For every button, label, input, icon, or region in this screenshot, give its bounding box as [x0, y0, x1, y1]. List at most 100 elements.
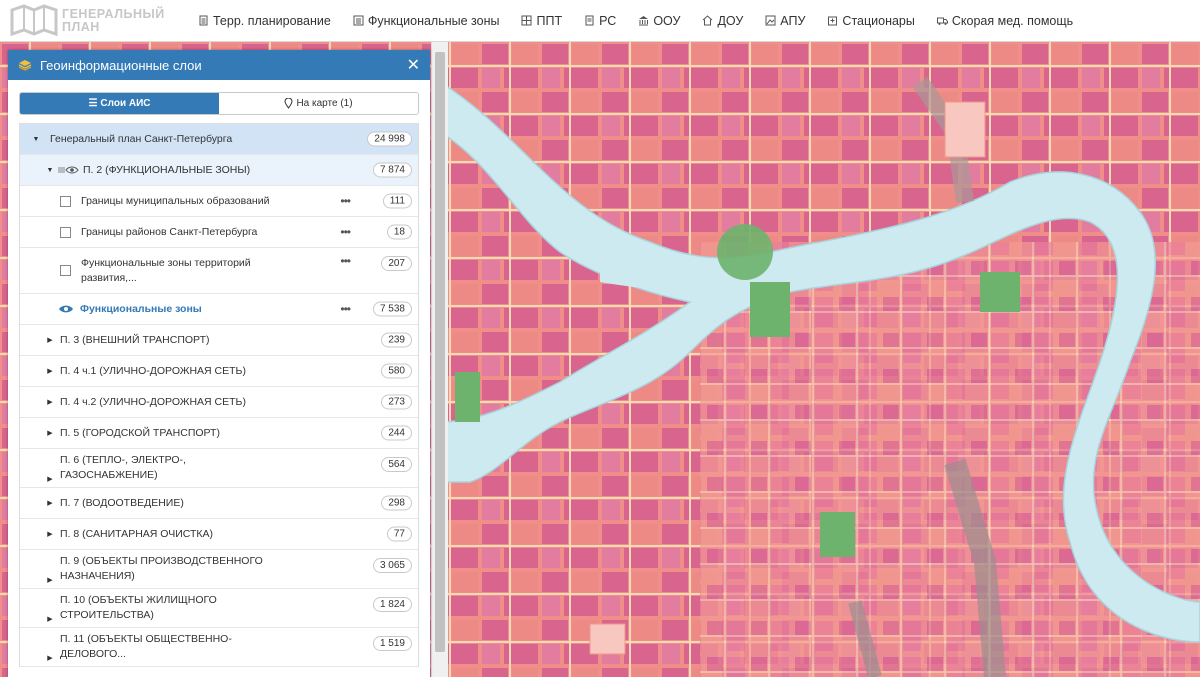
app-logo[interactable]: ГЕНЕРАЛЬНЫЙ ПЛАН: [0, 3, 190, 38]
node-label-line-2: СТРОИТЕЛЬСТВА): [60, 609, 154, 621]
caret-right-icon[interactable]: ▶: [44, 429, 56, 437]
more-options-icon[interactable]: •••: [340, 254, 351, 268]
node-label-line-1: П. 6 (ТЕПЛО-, ЭЛЕКТРО-,: [60, 454, 186, 466]
tree-node-p7[interactable]: ▶ П. 7 (ВОДООТВЕДЕНИЕ) 298: [20, 488, 418, 519]
tree-node-p5[interactable]: ▶ П. 5 (ГОРОДСКОЙ ТРАНСПОРТ) 244: [20, 418, 418, 449]
node-label-line-1: П. 10 (ОБЪЕКТЫ ЖИЛИЩНОГО: [60, 594, 217, 606]
caret-right-icon[interactable]: ▶: [44, 367, 56, 375]
tree-node-p10[interactable]: ▶ П. 10 (ОБЪЕКТЫ ЖИЛИЩНОГО СТРОИТЕЛЬСТВА…: [20, 589, 418, 628]
nav-ppt[interactable]: ППТ: [521, 14, 562, 28]
node-label: П. 4 ч.2 (УЛИЧНО-ДОРОЖНАЯ СЕТЬ): [60, 395, 246, 408]
tree-leaf-municipal-borders[interactable]: Границы муниципальных образований ••• 11…: [20, 186, 418, 217]
node-label: Функциональные зоны территорий развития,…: [81, 256, 251, 284]
grid-icon: [521, 15, 532, 26]
tree-leaf-development-zones[interactable]: Функциональные зоны территорий развития,…: [20, 248, 418, 294]
map-pin-icon: [284, 98, 293, 109]
scrollbar-thumb[interactable]: [435, 52, 445, 652]
nav-terr-planning[interactable]: Терр. планирование: [198, 14, 331, 28]
count-badge: 564: [381, 457, 412, 472]
tab-label: Слои АИС: [100, 98, 151, 109]
visibility-eye-icon[interactable]: [58, 165, 80, 175]
tree-node-p6[interactable]: ▶ П. 6 (ТЕПЛО-, ЭЛЕКТРО-, ГАЗОСНАБЖЕНИЕ)…: [20, 449, 418, 488]
count-badge: 239: [381, 332, 412, 348]
tree-node-root[interactable]: ▼ Генеральный план Санкт-Петербурга 24 9…: [20, 124, 418, 155]
node-label: Функциональные зоны: [80, 302, 202, 315]
caret-right-icon[interactable]: ▶: [44, 499, 56, 507]
tree-node-p8[interactable]: ▶ П. 8 (САНИТАРНАЯ ОЧИСТКА) 77: [20, 519, 418, 550]
nav-oou[interactable]: ООУ: [638, 14, 680, 28]
nav-rs[interactable]: РС: [584, 14, 616, 28]
more-options-icon[interactable]: •••: [340, 225, 351, 239]
node-label: П. 7 (ВОДООТВЕДЕНИЕ): [60, 496, 184, 509]
node-label-line-1: П. 11 (ОБЪЕКТЫ ОБЩЕСТВЕННО-: [60, 633, 232, 645]
tree-node-p2[interactable]: ▼ П. 2 (ФУНКЦИОНАЛЬНЫЕ ЗОНЫ) 7 874: [20, 155, 418, 186]
close-icon[interactable]: ✕: [407, 55, 420, 75]
layers-panel: Геоинформационные слои ✕ ☰ Слои АИС На к…: [8, 50, 430, 677]
layer-checkbox[interactable]: [60, 265, 71, 276]
house-icon: [703, 15, 713, 26]
caret-right-icon[interactable]: ▶: [44, 615, 56, 623]
caret-right-icon[interactable]: ▶: [44, 654, 56, 662]
caret-down-icon[interactable]: ▼: [30, 136, 42, 143]
node-label-line-2: ГАЗОСНАБЖЕНИЕ): [60, 469, 158, 481]
nav-label: АПУ: [780, 13, 806, 28]
layer-checkbox[interactable]: [60, 195, 71, 207]
tree-node-p4-1[interactable]: ▶ П. 4 ч.1 (УЛИЧНО-ДОРОЖНАЯ СЕТЬ) 580: [20, 356, 418, 387]
tree-leaf-district-borders[interactable]: Границы районов Санкт-Петербурга ••• 18: [20, 217, 418, 248]
count-badge: 77: [386, 526, 412, 542]
tab-layers[interactable]: ☰ Слои АИС: [20, 93, 219, 114]
nav-label: РС: [599, 13, 617, 28]
logo-line-1: ГЕНЕРАЛЬНЫЙ: [62, 6, 165, 21]
tree-node-p3[interactable]: ▶ П. 3 (ВНЕШНИЙ ТРАНСПОРТ) 239: [20, 325, 418, 356]
count-badge: 580: [381, 363, 412, 379]
nav-ambulance[interactable]: Скорая мед. помощь: [936, 14, 1073, 28]
top-navigation-bar: ГЕНЕРАЛЬНЫЙ ПЛАН Терр. планирование Функ…: [0, 0, 1200, 42]
panel-header: Геоинформационные слои ✕: [8, 50, 430, 80]
node-label: Границы районов Санкт-Петербурга: [81, 225, 258, 238]
nav-label: ДОУ: [717, 13, 744, 28]
tree-node-p4-2[interactable]: ▶ П. 4 ч.2 (УЛИЧНО-ДОРОЖНАЯ СЕТЬ) 273: [20, 387, 418, 418]
tab-on-map[interactable]: На карте (1): [219, 93, 418, 114]
visibility-eye-icon[interactable]: [58, 304, 74, 314]
count-badge: 3 065: [372, 558, 412, 573]
count-badge: 273: [381, 394, 412, 410]
hospital-icon: [828, 16, 838, 26]
more-options-icon[interactable]: •••: [340, 194, 351, 208]
count-badge: 7 538: [372, 301, 412, 317]
more-options-icon[interactable]: •••: [340, 302, 351, 316]
count-badge: 7 874: [372, 162, 412, 178]
tree-leaf-functional-zones[interactable]: Функциональные зоны ••• 7 538: [20, 294, 418, 325]
node-label: П. 3 (ВНЕШНИЙ ТРАНСПОРТ): [60, 333, 210, 346]
nav-label: ООУ: [653, 13, 681, 28]
node-label: П. 6 (ТЕПЛО-, ЭЛЕКТРО-, ГАЗОСНАБЖЕНИЕ): [60, 453, 186, 483]
nav-dou[interactable]: ДОУ: [702, 14, 743, 28]
tree-node-p11[interactable]: ▶ П. 11 (ОБЪЕКТЫ ОБЩЕСТВЕННО- ДЕЛОВОГО..…: [20, 628, 418, 667]
tree-node-p9[interactable]: ▶ П. 9 (ОБЪЕКТЫ ПРОИЗВОДСТВЕННОГО НАЗНАЧ…: [20, 550, 418, 589]
caret-right-icon[interactable]: ▶: [44, 336, 56, 344]
nav-label: Функциональные зоны: [367, 13, 500, 28]
node-label: Генеральный план Санкт-Петербурга: [50, 132, 233, 145]
count-badge: 1 824: [372, 597, 412, 612]
layer-checkbox[interactable]: [60, 226, 71, 238]
map-book-icon: [10, 3, 58, 36]
caret-right-icon[interactable]: ▶: [44, 475, 56, 483]
caret-right-icon[interactable]: ▶: [44, 398, 56, 406]
caret-down-icon[interactable]: ▼: [44, 167, 56, 174]
nav-hospitals[interactable]: Стационары: [827, 13, 915, 28]
panel-tabs: ☰ Слои АИС На карте (1): [19, 92, 419, 115]
caret-right-icon[interactable]: ▶: [44, 530, 56, 538]
nav-label: Стационары: [842, 13, 915, 28]
nav-apu[interactable]: АПУ: [765, 14, 805, 28]
layers-tree: ▼ Генеральный план Санкт-Петербурга 24 9…: [19, 123, 419, 667]
caret-right-icon[interactable]: ▶: [44, 576, 56, 584]
nav-label: ППТ: [536, 13, 563, 28]
panel-scrollbar[interactable]: [431, 42, 448, 677]
layers-icon: [18, 60, 32, 71]
list-icon: ☰: [88, 98, 98, 109]
logo-text: ГЕНЕРАЛЬНЫЙ ПЛАН: [62, 6, 165, 34]
nav-functional-zones[interactable]: Функциональные зоны: [353, 13, 500, 28]
node-label-line-2: НАЗНАЧЕНИЯ): [60, 570, 135, 582]
count-badge: 111: [382, 193, 412, 209]
count-badge: 207: [381, 256, 412, 271]
node-label: Границы муниципальных образований: [81, 194, 270, 207]
